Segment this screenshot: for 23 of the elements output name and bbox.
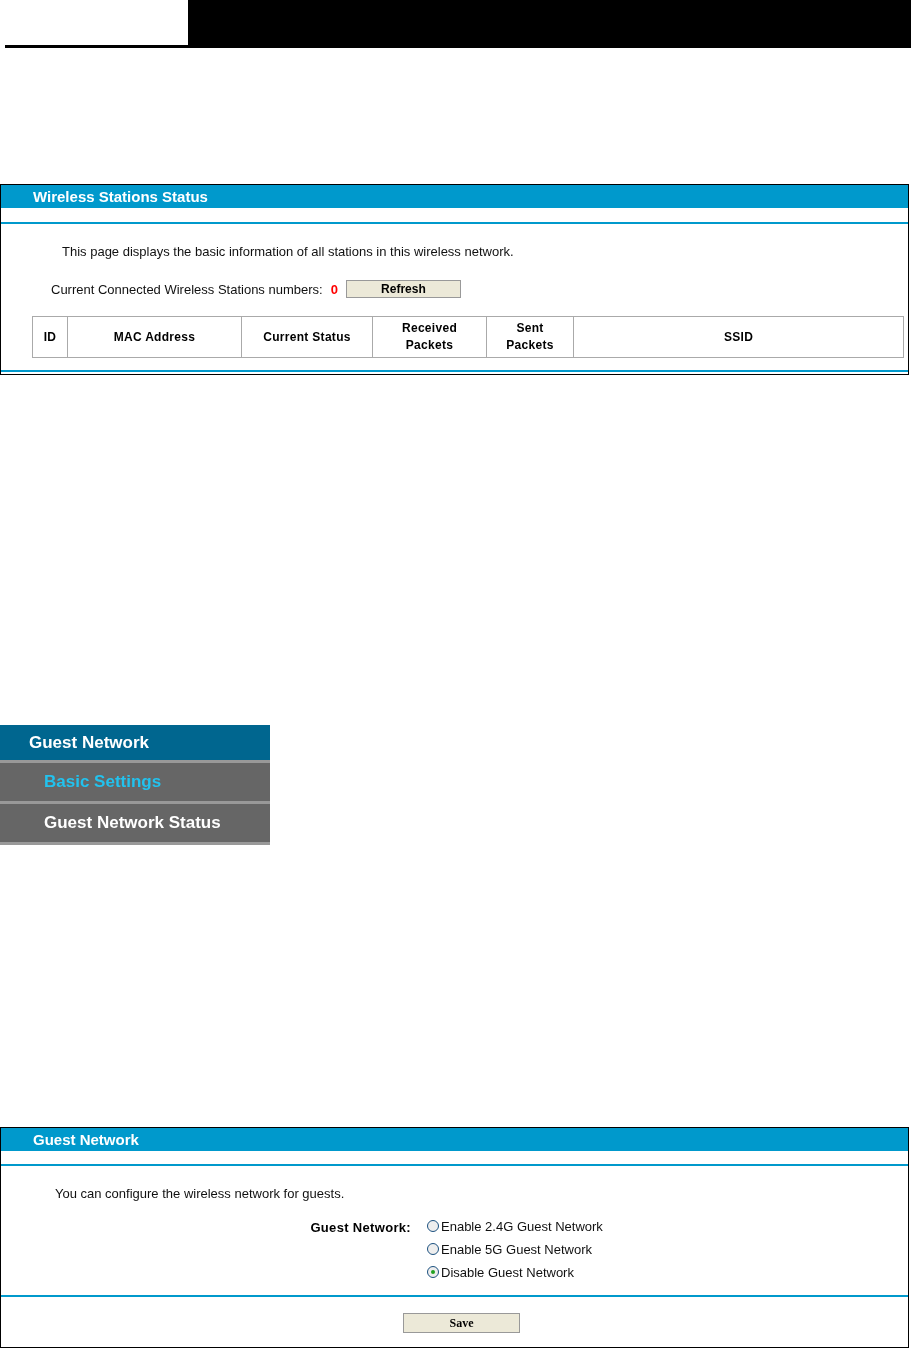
radio-option[interactable]: Disable Guest Network (427, 1263, 603, 1281)
panel-title: Wireless Stations Status (33, 189, 208, 204)
radio-icon[interactable] (427, 1266, 439, 1278)
column-header: Current Status (241, 317, 372, 357)
radio-icon[interactable] (427, 1220, 439, 1232)
count-label: Current Connected Wireless Stations numbers: (51, 280, 323, 299)
count-value: 0 (330, 280, 338, 299)
column-header: SSID (573, 317, 903, 357)
description-text: You can configure the wireless network for guests. (55, 1185, 346, 1203)
radio-icon[interactable] (427, 1243, 439, 1255)
radio-option[interactable]: Enable 2.4G Guest Network (427, 1217, 603, 1235)
radio-option[interactable]: Enable 5G Guest Network (427, 1240, 603, 1258)
field-label: Guest Network: (309, 1218, 412, 1237)
save-button[interactable]: Save (403, 1312, 520, 1333)
column-header: Received Packets (372, 317, 486, 357)
refresh-button[interactable]: Refresh (345, 280, 461, 299)
column-header: Sent Packets (486, 317, 573, 357)
menu-item[interactable]: Guest Network Status (0, 804, 270, 845)
menu-heading: Guest Network (0, 725, 270, 763)
column-header: ID (42, 328, 58, 346)
column-header: MAC Address (67, 317, 241, 357)
panel-title: Guest Network (33, 1132, 139, 1147)
description-text: This page displays the basic information of all stations in this wireless network. (62, 243, 515, 261)
